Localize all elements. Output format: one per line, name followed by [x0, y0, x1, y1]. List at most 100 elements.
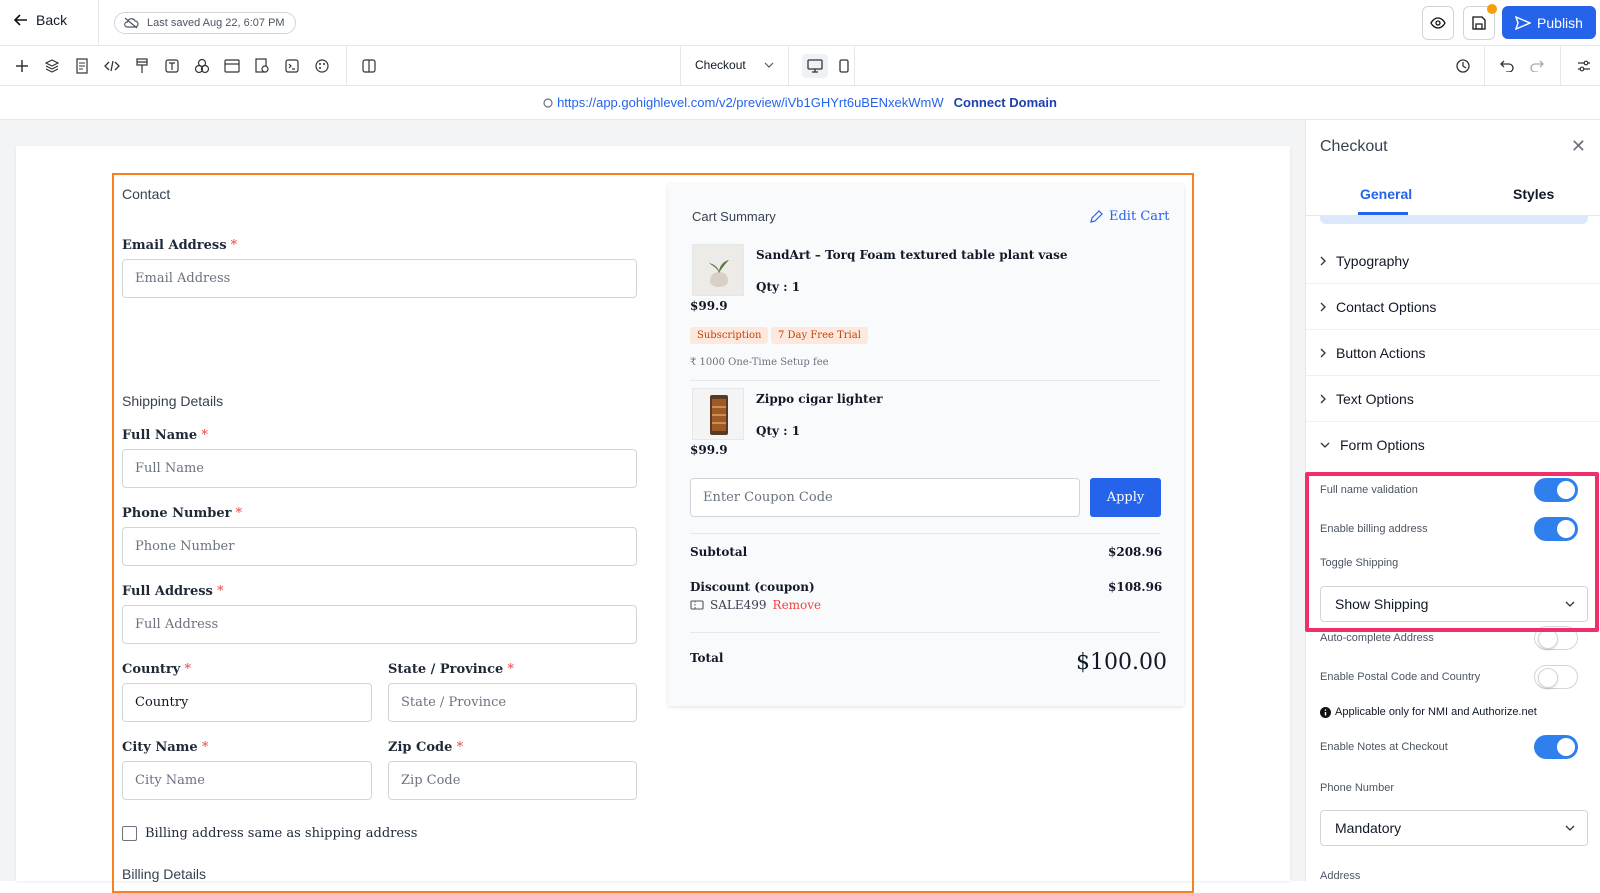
- history-icon[interactable]: [1453, 56, 1473, 76]
- highlight-box: [1305, 472, 1599, 632]
- unsaved-dot: [1487, 4, 1497, 14]
- city-label: City Name *: [122, 740, 208, 755]
- chevron-down-icon: [1320, 442, 1330, 448]
- chevron-right-icon: [1320, 302, 1326, 311]
- send-icon: [1515, 15, 1532, 30]
- phone-label: Phone Number *: [122, 506, 242, 521]
- address-option-label: Address: [1320, 870, 1361, 882]
- address-label-text: Full Address: [122, 584, 213, 599]
- phone-number-label: Phone Number: [1320, 782, 1394, 794]
- billing-heading: Billing Details: [122, 866, 207, 882]
- fullname-label-text: Full Name: [122, 428, 198, 443]
- section-label: Text Options: [1336, 390, 1414, 407]
- section-label: Button Actions: [1336, 344, 1426, 361]
- editor-toolbar: Checkout: [0, 46, 1600, 86]
- settings-sliders-icon[interactable]: [1574, 56, 1594, 76]
- publish-button[interactable]: Publish: [1502, 6, 1596, 39]
- country-select[interactable]: Country: [122, 683, 372, 722]
- tab-general[interactable]: General: [1360, 186, 1412, 202]
- product-image-vase: [692, 244, 744, 296]
- required-mark: *: [201, 740, 209, 755]
- section-button-actions[interactable]: Button Actions: [1306, 330, 1600, 376]
- section-form-options[interactable]: Form Options: [1306, 422, 1600, 468]
- phone-input[interactable]: Phone Number: [122, 527, 637, 566]
- scroll-remnant: [1320, 216, 1588, 224]
- city-label-text: City Name: [122, 740, 198, 755]
- subscription-badge: Subscription: [690, 327, 769, 344]
- section-label: Typography: [1336, 252, 1410, 269]
- fullname-input[interactable]: Full Name: [122, 449, 637, 488]
- divider: [854, 46, 855, 86]
- edit-cart-link[interactable]: Edit Cart: [1090, 209, 1169, 224]
- total-value: $100.00: [1076, 650, 1167, 675]
- applied-coupon: SALE499 Remove: [690, 598, 821, 612]
- code-icon[interactable]: [102, 56, 122, 76]
- discount-label: Discount (coupon): [690, 580, 815, 594]
- terminal-icon[interactable]: [282, 56, 302, 76]
- section-label: Contact Options: [1336, 298, 1437, 315]
- autocomplete-label: Auto-complete Address: [1320, 632, 1434, 644]
- contact-heading: Contact: [122, 186, 171, 202]
- desktop-view-icon[interactable]: [802, 54, 828, 78]
- country-label: Country *: [122, 662, 191, 677]
- section-text-options[interactable]: Text Options: [1306, 376, 1600, 422]
- section-typography[interactable]: Typography: [1306, 238, 1600, 284]
- publish-label: Publish: [1537, 14, 1583, 31]
- required-mark: *: [507, 662, 514, 677]
- cart-summary-card: [668, 184, 1184, 706]
- tab-styles[interactable]: Styles: [1513, 186, 1554, 202]
- page-selector[interactable]: Checkout: [695, 58, 774, 72]
- billing-same-checkbox[interactable]: [122, 826, 137, 841]
- required-mark: *: [201, 428, 208, 443]
- coupon-input[interactable]: Enter Coupon Code: [690, 478, 1080, 517]
- address-input[interactable]: Full Address: [122, 605, 637, 644]
- phone-number-select-value: Mandatory: [1335, 820, 1402, 836]
- back-button[interactable]: Back: [14, 12, 67, 28]
- state-label-text: State / Province: [388, 662, 504, 677]
- section-icon[interactable]: [222, 56, 242, 76]
- mobile-view-icon[interactable]: [834, 56, 854, 76]
- shipping-heading: Shipping Details: [122, 393, 224, 409]
- chevron-down-icon: [764, 62, 774, 68]
- state-input[interactable]: State / Province: [388, 683, 637, 722]
- connect-domain-link[interactable]: Connect Domain: [954, 95, 1057, 110]
- zip-label: Zip Code *: [388, 740, 463, 755]
- email-input[interactable]: Email Address: [122, 259, 637, 298]
- postal-country-toggle[interactable]: [1534, 665, 1578, 689]
- cart-item-name: Zippo cigar lighter: [756, 392, 883, 406]
- text-icon[interactable]: [162, 56, 182, 76]
- split-view-icon[interactable]: [359, 56, 379, 76]
- cloud-off-icon: [124, 17, 139, 29]
- phone-label-text: Phone Number: [122, 506, 232, 521]
- form-icon[interactable]: [252, 56, 272, 76]
- subtotal-label: Subtotal: [690, 545, 748, 559]
- save-button[interactable]: [1463, 4, 1497, 40]
- pages-icon[interactable]: [72, 56, 92, 76]
- palette-icon[interactable]: [312, 56, 332, 76]
- close-icon[interactable]: ✕: [1571, 136, 1586, 157]
- shapes-icon[interactable]: [192, 56, 212, 76]
- chevron-down-icon: [1565, 825, 1575, 831]
- add-element-icon[interactable]: [12, 56, 32, 76]
- section-contact-options[interactable]: Contact Options: [1306, 284, 1600, 330]
- billing-same-label: Billing address same as shipping address: [145, 826, 418, 841]
- panel-title: Checkout: [1320, 138, 1388, 155]
- fullname-label: Full Name *: [122, 428, 208, 443]
- discount-value: $108.96: [1108, 580, 1163, 594]
- divider: [690, 533, 1160, 534]
- notes-toggle[interactable]: [1534, 735, 1578, 759]
- apply-coupon-button[interactable]: Apply: [1090, 478, 1161, 517]
- zip-input[interactable]: Zip Code: [388, 761, 637, 800]
- layers-icon[interactable]: [42, 56, 62, 76]
- paint-icon[interactable]: [132, 56, 152, 76]
- city-input[interactable]: City Name: [122, 761, 372, 800]
- active-tab-indicator: [1358, 212, 1408, 215]
- remove-coupon-link[interactable]: Remove: [773, 598, 822, 612]
- back-label: Back: [36, 12, 68, 28]
- undo-icon[interactable]: [1497, 56, 1517, 76]
- redo-icon[interactable]: [1527, 56, 1547, 76]
- preview-url-link[interactable]: https://app.gohighlevel.com/v2/preview/i…: [557, 95, 944, 110]
- cart-item-price: $99.9: [690, 299, 728, 313]
- preview-button[interactable]: [1422, 6, 1454, 40]
- phone-number-select[interactable]: Mandatory: [1320, 810, 1588, 846]
